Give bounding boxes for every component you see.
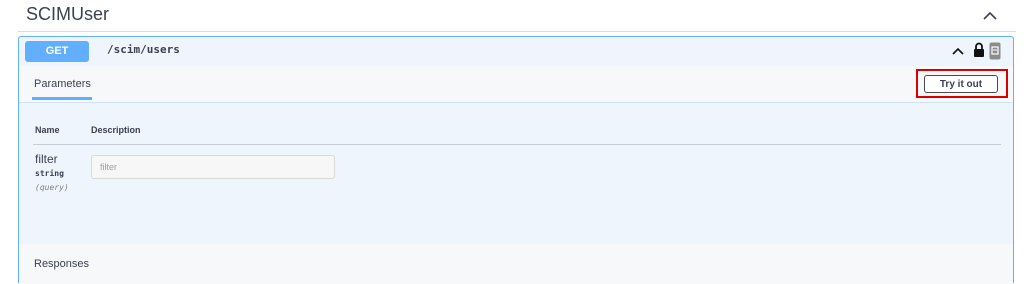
method-badge: GET <box>25 41 89 62</box>
parameter-location: (query) <box>35 183 69 192</box>
try-it-out-highlight: Try it out <box>916 69 1008 98</box>
parameters-section-header: Parameters Try it out <box>19 66 1013 103</box>
operation-block: GET /scim/users Parameters Try it out Na… <box>18 36 1014 284</box>
copy-icon[interactable] <box>989 42 1001 65</box>
table-header-divider <box>33 144 1001 145</box>
lock-icon[interactable] <box>973 42 985 63</box>
responses-label: Responses <box>34 258 90 270</box>
operation-path: /scim/users <box>107 43 180 56</box>
column-header-description: Description <box>91 125 141 135</box>
tab-parameters[interactable]: Parameters <box>34 78 91 90</box>
chevron-up-icon[interactable] <box>951 44 965 63</box>
operation-summary[interactable]: GET /scim/users <box>19 37 1013 67</box>
parameter-name: filter <box>35 152 58 166</box>
chevron-up-icon[interactable] <box>982 9 998 23</box>
try-it-out-button[interactable]: Try it out <box>924 75 998 93</box>
filter-input[interactable] <box>91 155 335 179</box>
summary-controls <box>947 42 1007 62</box>
tag-title: SCIMUser <box>26 4 110 24</box>
responses-section-header: Responses <box>19 244 1013 284</box>
column-header-name: Name <box>35 125 60 135</box>
tag-header[interactable]: SCIMUser <box>18 0 1016 32</box>
parameter-type: string <box>35 169 64 178</box>
active-tab-indicator <box>32 97 92 100</box>
